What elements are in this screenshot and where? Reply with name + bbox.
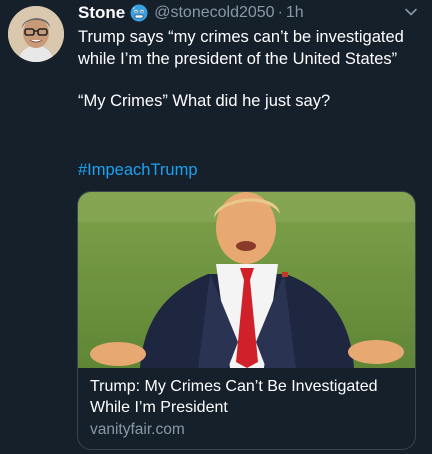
card-body: Trump: My Crimes Can’t Be Investigated W…	[90, 376, 405, 440]
author-handle[interactable]: @stonecold2050	[154, 4, 274, 22]
tweet-text: Trump says “my crimes can’t be investiga…	[78, 26, 420, 112]
card-title[interactable]: Trump: My Crimes Can’t Be Investigated W…	[90, 376, 405, 418]
time-separator: ·	[277, 4, 283, 21]
card-domain: vanityfair.com	[90, 421, 185, 438]
avatar-image	[8, 6, 64, 62]
hashtag-link[interactable]: #ImpeachTrump	[78, 161, 198, 180]
link-preview-card[interactable]: Trump: My Crimes Can’t Be Investigated W…	[77, 191, 416, 450]
author-name[interactable]: Stone	[78, 3, 125, 23]
tweet-timestamp[interactable]: 1h	[286, 4, 304, 22]
chevron-down-icon[interactable]	[404, 5, 418, 19]
avatar[interactable]	[8, 6, 64, 62]
tweet-header: Stone @stonecold2050 · 1h	[78, 3, 422, 23]
tweet-text-paragraph-1: Trump says “my crimes can’t be investiga…	[78, 28, 404, 68]
card-image	[78, 192, 415, 368]
cold-face-emoji-icon	[130, 4, 148, 22]
tweet-text-paragraph-2: “My Crimes” What did he just say?	[78, 92, 331, 110]
